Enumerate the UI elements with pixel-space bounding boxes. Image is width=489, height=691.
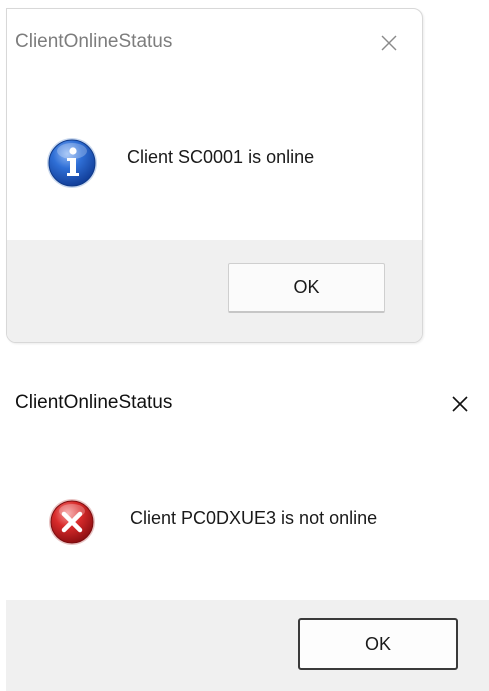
message-text: Client SC0001 is online [127, 147, 315, 167]
title-bar[interactable]: ClientOnlineStatus [6, 374, 489, 434]
close-icon [381, 35, 397, 51]
button-bar: OK [7, 240, 422, 342]
title-bar[interactable]: ClientOnlineStatus [7, 9, 422, 69]
close-button[interactable] [373, 27, 405, 59]
ok-button[interactable]: OK [298, 618, 458, 670]
window-title: ClientOnlineStatus [15, 31, 173, 52]
window-title: ClientOnlineStatus [15, 392, 173, 413]
message-text: Client PC0DXUE3 is not online [130, 508, 378, 528]
message-area: Client SC0001 is online [7, 69, 422, 239]
error-dialog-window: ClientOnlineStatus Client PC0DXUE3 is no… [6, 374, 489, 691]
button-bar: OK [6, 600, 489, 691]
close-button[interactable] [444, 388, 476, 420]
close-icon [452, 396, 468, 412]
error-icon [47, 497, 97, 552]
info-icon [45, 136, 99, 195]
info-dialog-window: ClientOnlineStatus Client SC0001 is onli… [6, 8, 423, 343]
ok-button[interactable]: OK [228, 263, 385, 313]
message-area: Client PC0DXUE3 is not online [6, 434, 489, 600]
